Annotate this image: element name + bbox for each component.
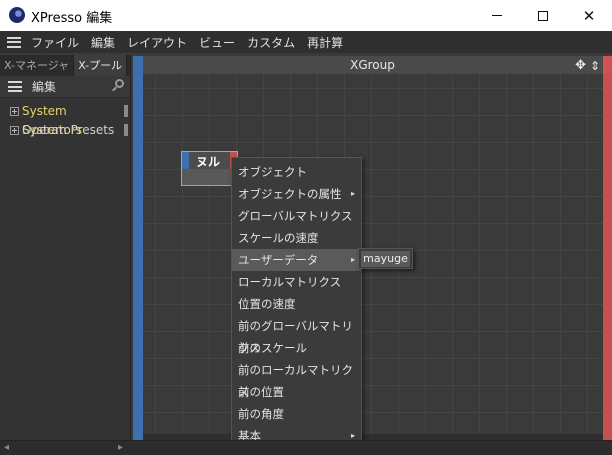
menu-edit[interactable]: 編集	[91, 34, 115, 51]
scroll-marker	[124, 124, 128, 136]
expand-icon[interactable]	[10, 107, 19, 116]
context-menu-item-label: 前のスケール	[238, 341, 307, 355]
window-title: XPresso 編集	[31, 11, 113, 26]
title-bar: XPresso 編集 ✕	[0, 0, 612, 31]
menu-hamburger-icon[interactable]	[7, 36, 21, 48]
input-port-strip[interactable]	[133, 56, 143, 74]
search-icon[interactable]	[111, 79, 125, 93]
context-menu-item[interactable]: 位置の速度	[232, 293, 361, 315]
close-button[interactable]: ✕	[566, 0, 612, 31]
context-menu-item[interactable]: 前の位置	[232, 381, 361, 403]
menu-custom[interactable]: カスタム	[247, 34, 295, 51]
context-menu-item[interactable]: オブジェクトの属性 ▸	[232, 183, 361, 205]
context-menu-item[interactable]: スケールの速度	[232, 227, 361, 249]
context-menu-item-label: 前の角度	[238, 407, 284, 421]
context-menu-item[interactable]: オブジェクト	[232, 161, 361, 183]
tree-item-system-presets[interactable]: System Presets	[0, 121, 130, 140]
node-input-port[interactable]	[182, 152, 189, 169]
context-menu-item-label: 前の位置	[238, 385, 284, 399]
menu-recalculate[interactable]: 再計算	[307, 34, 343, 51]
submenu-arrow-icon: ▸	[350, 189, 355, 198]
panel-edit-menu[interactable]: 編集	[32, 78, 56, 95]
tab-x-manager[interactable]: X-マネージャ	[0, 55, 75, 76]
tree-item-label: System Presets	[22, 123, 115, 137]
panel-tabs: X-マネージャ X-プール	[0, 55, 130, 76]
context-menu-item[interactable]: ローカルマトリクス	[232, 271, 361, 293]
context-menu: オブジェクト オブジェクトの属性 ▸ グローバルマトリクス スケールの速度 ユーザーデータ…	[231, 157, 362, 455]
context-menu-item[interactable]: グローバルマトリクス	[232, 205, 361, 227]
scroll-icon[interactable]: ⇕	[590, 57, 600, 75]
context-menu-item[interactable]: ユーザーデータ ▸	[232, 249, 361, 271]
scroll-left-icon[interactable]: ◂	[4, 442, 9, 453]
null-node[interactable]: ヌル	[181, 151, 238, 186]
menu-layout[interactable]: レイアウト	[127, 34, 187, 51]
close-icon: ✕	[582, 6, 596, 25]
xgroup-title: XGroup	[350, 58, 395, 72]
scroll-right-icon[interactable]: ▸	[118, 442, 123, 453]
xgroup-header[interactable]: XGroup ✥ ⇕	[133, 56, 612, 74]
user-data-submenu: mayuge	[358, 248, 413, 269]
left-panel: X-マネージャ X-プール 編集 System Operators System…	[0, 55, 131, 440]
context-menu-item[interactable]: 前のローカルマトリクス	[232, 359, 361, 399]
context-menu-item-label: ユーザーデータ	[238, 253, 319, 267]
cinema4d-icon	[9, 7, 25, 23]
minimize-icon	[492, 15, 502, 16]
scroll-marker	[124, 105, 128, 117]
menu-file[interactable]: ファイル	[31, 34, 79, 51]
expand-icon[interactable]	[10, 126, 19, 135]
context-menu-item[interactable]: 前のグローバルマトリクス	[232, 315, 361, 355]
move-icon[interactable]: ✥	[575, 57, 586, 75]
context-menu-item[interactable]: 前のスケール	[232, 337, 361, 359]
context-menu-item-label: ローカルマトリクス	[238, 275, 342, 289]
maximize-icon	[538, 10, 548, 21]
tab-x-pool[interactable]: X-プール	[74, 55, 128, 76]
context-menu-item-label: グローバルマトリクス	[238, 209, 353, 223]
context-menu-item[interactable]: 前の角度	[232, 403, 361, 425]
minimize-button[interactable]	[474, 0, 520, 31]
bottom-scrollbar[interactable]: ◂ ▸	[0, 440, 612, 455]
context-menu-item-label: オブジェクトの属性	[238, 187, 342, 201]
menu-view[interactable]: ビュー	[199, 34, 235, 51]
node-header[interactable]: ヌル	[182, 152, 237, 169]
node-title: ヌル	[196, 155, 221, 169]
context-menu-item-label: スケールの速度	[238, 231, 319, 245]
maximize-button[interactable]	[520, 0, 566, 31]
node-body	[182, 169, 237, 185]
context-menu-item-label: 位置の速度	[238, 297, 296, 311]
submenu-item-mayuge[interactable]: mayuge	[361, 251, 410, 267]
preset-tree: System Operators System Presets	[0, 98, 130, 140]
menu-bar: ファイル 編集 レイアウト ビュー カスタム 再計算	[0, 31, 612, 53]
tree-item-system-operators[interactable]: System Operators	[0, 102, 130, 137]
submenu-arrow-icon: ▸	[350, 255, 355, 264]
panel-toolbar: 編集	[0, 76, 130, 98]
panel-menu-icon[interactable]	[8, 81, 22, 92]
output-port-strip[interactable]	[603, 56, 612, 74]
context-menu-item-label: オブジェクト	[238, 165, 307, 179]
